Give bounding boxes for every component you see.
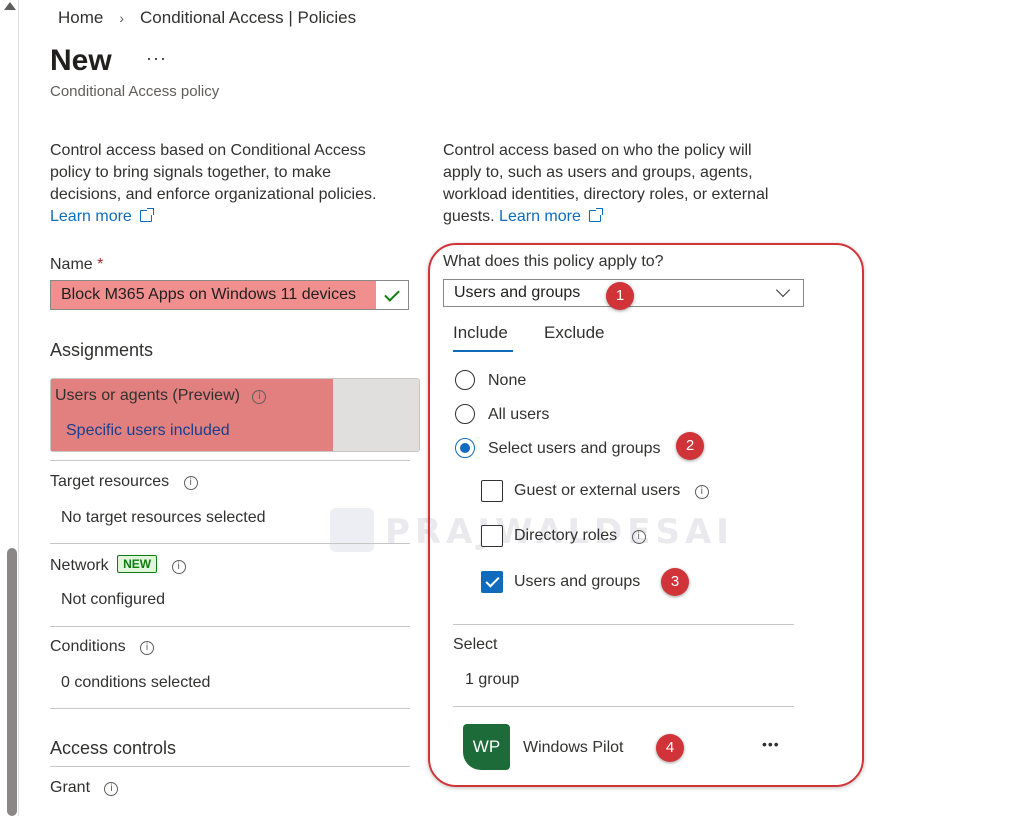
required-asterisk: * [97, 256, 104, 273]
right-description: Control access based on who the policy w… [443, 140, 793, 228]
chevron-down-icon [775, 282, 791, 298]
policy-name-input[interactable]: Block M365 Apps on Windows 11 devices [50, 280, 409, 310]
divider [50, 460, 410, 461]
policy-name-value: Block M365 Apps on Windows 11 devices [61, 286, 356, 303]
radio-select-users-groups[interactable] [455, 438, 475, 458]
group-more-options-icon[interactable]: ••• [762, 736, 780, 752]
divider [50, 708, 410, 709]
tab-include[interactable]: Include [453, 323, 508, 343]
network-label: Network NEW i [50, 555, 186, 575]
divider [453, 624, 794, 625]
radio-none-label: None [488, 372, 527, 389]
breadcrumb-home[interactable]: Home [58, 8, 103, 28]
annotation-badge-1: 1 [606, 282, 634, 310]
new-badge: NEW [117, 555, 158, 573]
info-icon[interactable]: i [183, 476, 198, 490]
watermark-logo-icon [330, 508, 374, 552]
info-icon[interactable]: i [171, 560, 186, 574]
select-groups-link[interactable]: 1 group [465, 671, 519, 689]
users-or-agents-row[interactable]: Users or agents (Preview) i Specific use… [50, 378, 420, 452]
group-avatar: WP [463, 724, 510, 770]
target-resources-label: Target resources i [50, 473, 198, 491]
checkbox-users-and-groups-label: Users and groups [514, 573, 641, 590]
info-icon[interactable]: i [252, 390, 267, 404]
annotation-badge-2: 2 [676, 432, 704, 460]
annotation-badge-4: 4 [656, 734, 684, 762]
access-controls-heading: Access controls [50, 738, 177, 758]
grant-label: Grant i [50, 779, 119, 797]
right-learn-more-link[interactable]: Learn more [499, 208, 603, 225]
info-icon[interactable]: i [104, 782, 119, 796]
radio-all-users-label: All users [488, 406, 550, 423]
right-description-text: Control access based on who the policy w… [443, 142, 769, 225]
grant-label-text: Grant [50, 779, 91, 796]
conditions-label: Conditions i [50, 638, 155, 656]
directory-roles-label-text: Directory roles [514, 527, 618, 544]
apply-to-label: What does this policy apply to? [443, 253, 664, 270]
target-label-text: Target resources [50, 473, 170, 490]
active-tab-indicator [453, 350, 513, 352]
users-or-agents-label: Users or agents (Preview) i [55, 387, 267, 405]
group-name: Windows Pilot [523, 739, 624, 756]
guest-label-text: Guest or external users [514, 482, 681, 499]
divider [50, 543, 410, 544]
users-label-text: Users or agents (Preview) [55, 387, 240, 404]
scrollbar-thumb[interactable] [7, 548, 17, 816]
tab-exclude[interactable]: Exclude [544, 323, 604, 343]
more-options-icon[interactable]: ··· [146, 48, 167, 69]
external-link-icon [588, 208, 603, 222]
users-included-link[interactable]: Specific users included [66, 422, 230, 440]
conditions-link[interactable]: 0 conditions selected [61, 674, 210, 692]
divider [50, 766, 410, 767]
page-subtitle: Conditional Access policy [50, 83, 220, 100]
checkbox-guest-external-label: Guest or external users i [514, 482, 709, 500]
breadcrumb-separator-icon: › [119, 10, 125, 26]
checkbox-directory-roles[interactable] [481, 525, 503, 547]
page-title: New [50, 44, 112, 77]
name-label-text: Name [50, 256, 93, 273]
radio-select-users-groups-label: Select users and groups [488, 440, 661, 457]
left-description: Control access based on Conditional Acce… [50, 140, 400, 228]
left-description-text: Control access based on Conditional Acce… [50, 142, 377, 203]
left-learn-more-link[interactable]: Learn more [50, 208, 154, 225]
network-link[interactable]: Not configured [61, 591, 165, 609]
checkbox-users-and-groups[interactable] [481, 571, 503, 593]
conditions-label-text: Conditions [50, 638, 126, 655]
checkbox-directory-roles-label: Directory roles i [514, 527, 646, 545]
external-link-icon [139, 208, 154, 222]
annotation-badge-3: 3 [661, 568, 689, 596]
assignments-heading: Assignments [50, 340, 154, 360]
select-label: Select [453, 636, 498, 653]
radio-all-users[interactable] [455, 404, 475, 424]
breadcrumb-current[interactable]: Conditional Access | Policies [140, 8, 356, 28]
scroll-up-arrow-icon[interactable] [4, 2, 16, 10]
valid-check-icon [384, 286, 400, 302]
right-learn-more-label: Learn more [499, 208, 581, 225]
divider [453, 706, 794, 707]
name-field-label: Name * [50, 256, 103, 274]
info-icon[interactable]: i [631, 530, 646, 544]
apply-to-value: Users and groups [454, 284, 581, 301]
checkbox-guest-external[interactable] [481, 480, 503, 502]
info-icon[interactable]: i [140, 641, 155, 655]
network-label-text: Network [50, 557, 109, 574]
left-learn-more-label: Learn more [50, 208, 132, 225]
info-icon[interactable]: i [694, 485, 709, 499]
divider [50, 626, 410, 627]
radio-none[interactable] [455, 370, 475, 390]
target-resources-link[interactable]: No target resources selected [61, 509, 266, 527]
breadcrumb: Home › Conditional Access | Policies [58, 8, 356, 28]
